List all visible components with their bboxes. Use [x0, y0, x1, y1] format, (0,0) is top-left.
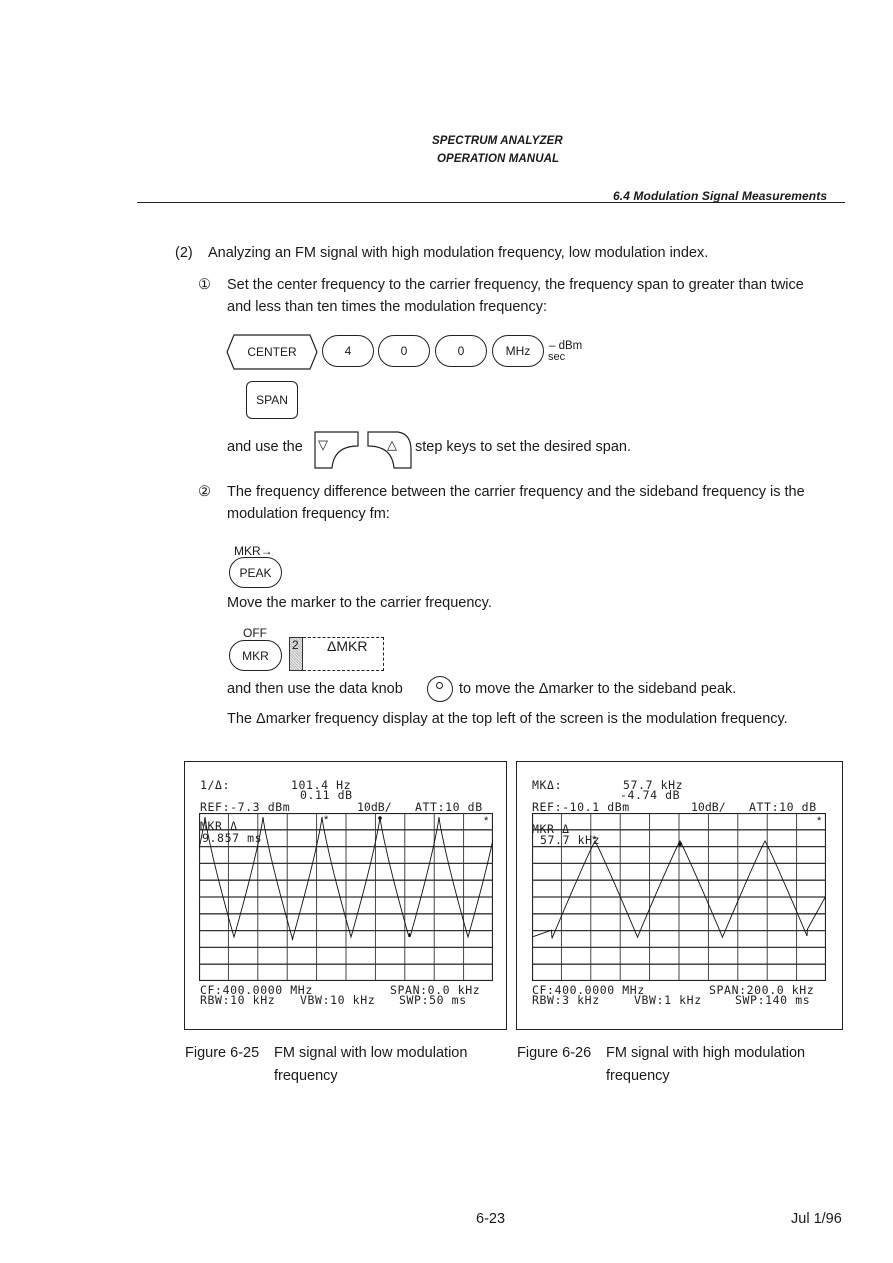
mkr-key-shift-label: OFF: [243, 626, 267, 640]
step-down-icon: ▽: [318, 437, 328, 452]
figure-6-26-screen: MKΔ: 57.7 kHz -4.74 dB REF:-10.1 dBm 10d…: [516, 761, 843, 1030]
fig1-caption-line2: frequency: [274, 1068, 338, 1084]
fig2-caption-line1: FM signal with high modulation: [606, 1045, 806, 1061]
fig2-sweep: SWP:140 ms: [735, 993, 811, 1007]
fig1-sweep: SWP:50 ms: [399, 993, 467, 1007]
fig1-delta-level: 0.11 dB: [300, 788, 353, 802]
fig2-ref-level: REF:-10.1 dBm: [532, 800, 630, 814]
digit-4-key[interactable]: 4: [322, 335, 374, 367]
fig1-delta-marker-dot: [378, 816, 382, 820]
step2-marker: ②: [198, 484, 211, 500]
span-key[interactable]: SPAN: [246, 381, 298, 419]
mkr-key[interactable]: MKR: [229, 640, 282, 671]
peak-key-shift-label: MKR→: [234, 544, 273, 558]
fig1-caption-line1: FM signal with low modulation: [274, 1045, 468, 1061]
fig1-vbw: VBW:10 kHz: [300, 993, 376, 1007]
fig1-attenuation: ATT:10 dB: [415, 800, 483, 814]
fig2-mkr-value: 57.7 kHz: [540, 833, 601, 847]
step1-marker: ①: [198, 277, 211, 293]
fig2-vbw: VBW:1 kHz: [634, 993, 702, 1007]
revision-date: Jul 1/96: [791, 1211, 842, 1227]
fig2-attenuation: ATT:10 dB: [749, 800, 817, 814]
step-keys-text-after: step keys to set the desired span.: [415, 439, 632, 455]
step2-line1: The frequency difference between the car…: [227, 484, 805, 500]
fig1-marker-star: *: [324, 814, 329, 826]
final-explanation: The Δmarker frequency display at the top…: [227, 711, 788, 727]
digit-0-key-2[interactable]: 0: [435, 335, 487, 367]
item-heading: Analyzing an FM signal with high modulat…: [208, 245, 709, 261]
fig2-caption-number: Figure 6-26: [517, 1045, 592, 1061]
figure-6-25-screen: 1/Δ: 101.4 Hz 0.11 dB REF:-7.3 dBm 10dB/…: [184, 761, 507, 1030]
move-marker-text: Move the marker to the carrier frequency…: [227, 595, 492, 611]
data-knob-icon[interactable]: [427, 676, 453, 702]
fig1-mkr-value: 9.857 ms: [202, 831, 263, 845]
page-number: 6-23: [476, 1211, 506, 1227]
softkey-number: 2: [292, 638, 299, 652]
fig1-delta-label: 1/Δ:: [200, 778, 231, 792]
mhz-alt-unit-sec: sec: [548, 351, 566, 363]
fig1-corner-star: *: [484, 815, 489, 827]
peak-key[interactable]: PEAK: [229, 557, 282, 588]
fig2-corner-star: *: [817, 815, 822, 827]
digit-0-key[interactable]: 0: [378, 335, 430, 367]
header-rule: [137, 202, 845, 203]
fig1-caption-number: Figure 6-25: [185, 1045, 260, 1061]
fig2-scale: 10dB/: [691, 800, 726, 814]
step1-line1: Set the center frequency to the carrier …: [227, 277, 804, 293]
fig2-delta-label: MKΔ:: [532, 778, 563, 792]
step2-line2: modulation frequency fm:: [227, 506, 390, 522]
fig2-rbw: RBW:3 kHz: [532, 993, 600, 1007]
manual-title-line2: OPERATION MANUAL: [437, 153, 560, 165]
mhz-key[interactable]: MHz: [492, 335, 544, 367]
step-keys-text-before: and use the: [227, 439, 303, 455]
fig2-caption-line2: frequency: [606, 1068, 670, 1084]
knob-text-before: and then use the data knob: [227, 681, 403, 697]
knob-text-after: to move the Δmarker to the sideband peak…: [459, 681, 737, 697]
section-heading: 6.4 Modulation Signal Measurements: [613, 189, 828, 203]
manual-title-line1: SPECTRUM ANALYZER: [432, 135, 563, 147]
fig1-rbw: RBW:10 kHz: [200, 993, 276, 1007]
fig2-carrier-marker-dot: [678, 842, 682, 846]
step1-line2: and less than ten times the modulation f…: [227, 299, 547, 315]
item-number: (2): [175, 245, 193, 261]
fig1-ref-level: REF:-7.3 dBm: [200, 800, 291, 814]
center-key-label: CENTER: [247, 345, 297, 359]
step-up-icon: △: [387, 437, 397, 452]
knob-dot: [436, 682, 443, 689]
fig1-scale: 10dB/: [357, 800, 392, 814]
delta-mkr-softkey-label: ΔMKR: [327, 638, 368, 654]
